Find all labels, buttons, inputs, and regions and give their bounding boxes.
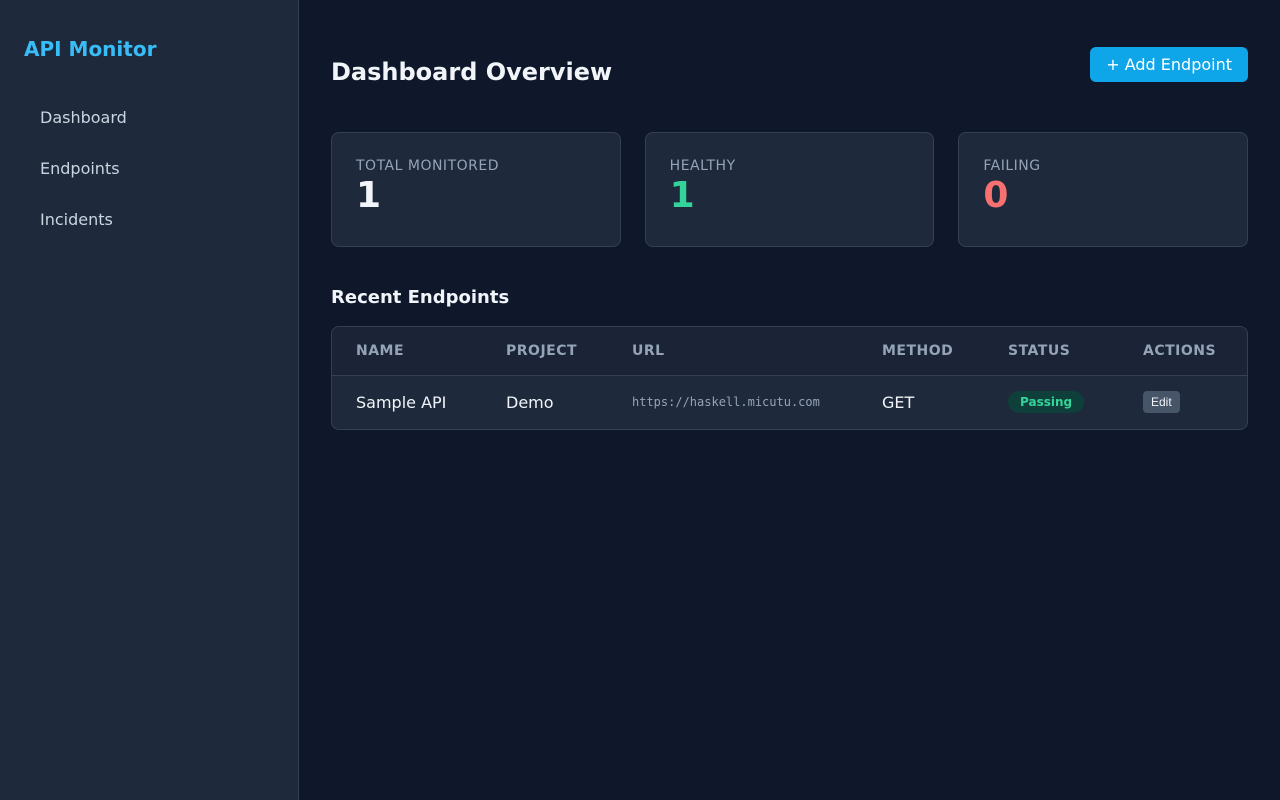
column-header-url: URL	[608, 327, 858, 376]
section-title-recent-endpoints: Recent Endpoints	[331, 287, 510, 308]
cell-actions: Edit	[1119, 375, 1247, 429]
sidebar: API Monitor Dashboard Endpoints Incident…	[0, 0, 299, 800]
cell-status: Passing	[984, 375, 1119, 429]
column-header-actions: ACTIONS	[1119, 327, 1247, 376]
app-shell: API Monitor Dashboard Endpoints Incident…	[0, 0, 1280, 800]
brand-logo-text: API Monitor	[24, 37, 157, 61]
table-header-row: NAME PROJECT URL METHOD STATUS ACTIONS	[332, 327, 1247, 376]
endpoints-table: NAME PROJECT URL METHOD STATUS ACTIONS S…	[331, 326, 1248, 430]
page-title: Dashboard Overview	[331, 58, 613, 86]
cell-name: Sample API	[356, 392, 447, 412]
cell-url: https://haskell.micutu.com	[632, 395, 820, 410]
stat-card-total: TOTAL MONITORED 1	[331, 132, 621, 247]
column-header-status: STATUS	[984, 327, 1119, 376]
stats-row: TOTAL MONITORED 1 HEALTHY 1 FAILING 0	[331, 132, 1249, 247]
sidebar-nav: Dashboard Endpoints Incidents	[24, 92, 298, 245]
sidebar-item-dashboard[interactable]: Dashboard	[24, 92, 283, 143]
cell-method: GET	[882, 392, 915, 412]
table-row: Sample API Demo https://haskell.micutu.c…	[332, 375, 1247, 429]
stat-value-total: 1	[356, 175, 382, 216]
stat-card-healthy: HEALTHY 1	[644, 132, 935, 247]
sidebar-item-incidents[interactable]: Incidents	[24, 194, 283, 245]
stat-label: TOTAL MONITORED	[356, 158, 499, 174]
page-header: Dashboard Overview + Add Endpoint	[331, 47, 1248, 96]
cell-project: Demo	[506, 392, 554, 412]
main-content: Dashboard Overview + Add Endpoint TOTAL …	[299, 0, 1280, 800]
column-header-method: METHOD	[858, 327, 984, 376]
edit-button[interactable]: Edit	[1143, 391, 1180, 414]
status-badge: Passing	[1008, 391, 1085, 414]
stat-value-failing: 0	[983, 175, 1009, 216]
stat-card-failing: FAILING 0	[958, 132, 1249, 247]
stat-value-healthy: 1	[669, 175, 695, 216]
stat-label: HEALTHY	[669, 158, 736, 174]
stat-label: FAILING	[983, 158, 1041, 174]
add-endpoint-button[interactable]: + Add Endpoint	[1090, 47, 1248, 82]
column-header-name: NAME	[332, 327, 482, 376]
sidebar-item-endpoints[interactable]: Endpoints	[24, 143, 283, 194]
column-header-project: PROJECT	[482, 327, 608, 376]
